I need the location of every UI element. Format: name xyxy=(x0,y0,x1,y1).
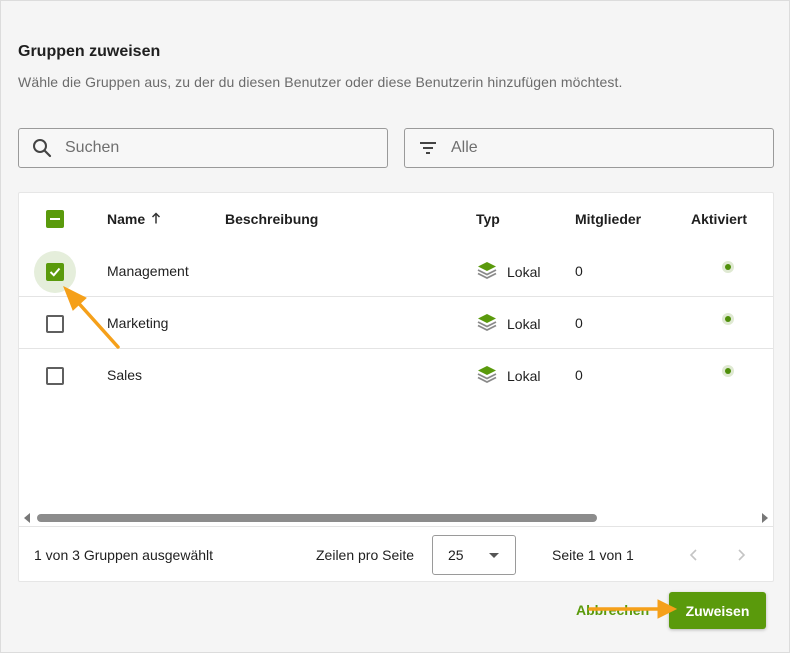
dialog-title: Gruppen zuweisen xyxy=(18,43,161,60)
previous-page-button[interactable] xyxy=(680,541,708,569)
horizontal-scrollbar[interactable] xyxy=(19,510,773,524)
row-members: 0 xyxy=(575,315,583,331)
row-type: Lokal xyxy=(477,261,540,282)
table-header: Name Beschreibung Typ Mitglieder Aktivie… xyxy=(19,193,773,245)
assign-button[interactable]: Zuweisen xyxy=(669,592,766,629)
row-type-label: Lokal xyxy=(507,263,541,280)
column-header-active[interactable]: Aktiviert xyxy=(691,211,747,227)
cancel-button[interactable]: Abbrechen xyxy=(576,602,649,618)
rows-per-page-value: 25 xyxy=(448,547,464,563)
groups-table: Name Beschreibung Typ Mitglieder Aktivie… xyxy=(18,192,774,582)
checkmark-icon xyxy=(49,267,61,277)
dialog-subtitle: Wähle die Gruppen aus, zu der du diesen … xyxy=(18,74,623,90)
filter-icon xyxy=(405,140,451,156)
row-name: Marketing xyxy=(107,315,169,331)
row-members: 0 xyxy=(575,263,583,279)
rows-per-page-select[interactable]: 25 xyxy=(432,535,516,575)
select-all-checkbox[interactable] xyxy=(46,210,64,228)
column-header-type[interactable]: Typ xyxy=(476,211,500,227)
row-members: 0 xyxy=(575,367,583,383)
filter-field[interactable]: Alle xyxy=(404,128,774,168)
row-name: Sales xyxy=(107,367,143,383)
table-row[interactable]: Sales Lokal 0 xyxy=(19,349,773,401)
column-header-name[interactable]: Name xyxy=(107,211,161,227)
active-status-icon xyxy=(722,365,734,377)
table-row[interactable]: Management Lokal 0 xyxy=(19,245,773,297)
rows-per-page-label: Zeilen pro Seite xyxy=(316,547,415,563)
selection-count: 1 von 3 Gruppen ausgewählt xyxy=(34,547,214,563)
column-header-name-label: Name xyxy=(107,211,146,227)
row-checkbox-sales[interactable] xyxy=(46,367,64,385)
assign-groups-dialog: Gruppen zuweisen Wähle die Gruppen aus, … xyxy=(0,0,790,653)
table-row[interactable]: Marketing Lokal 0 xyxy=(19,297,773,349)
row-checkbox-management[interactable] xyxy=(46,263,64,281)
row-checkbox-marketing[interactable] xyxy=(46,315,64,333)
layers-icon xyxy=(477,365,497,386)
layers-icon xyxy=(477,313,497,334)
chevron-down-icon xyxy=(489,553,499,558)
next-page-button[interactable] xyxy=(727,541,755,569)
page-indicator: Seite 1 von 1 xyxy=(552,547,634,563)
active-status-icon xyxy=(722,313,734,325)
sort-ascending-icon xyxy=(151,211,161,227)
layers-icon xyxy=(477,261,497,282)
chevron-left-icon xyxy=(689,549,697,561)
search-field[interactable] xyxy=(18,128,388,168)
scrollbar-thumb[interactable] xyxy=(37,514,597,522)
chevron-right-icon xyxy=(738,549,746,561)
row-type: Lokal xyxy=(477,313,540,334)
row-type-label: Lokal xyxy=(507,367,541,384)
row-type: Lokal xyxy=(477,365,540,386)
search-icon xyxy=(19,138,65,158)
row-type-label: Lokal xyxy=(507,315,541,332)
column-header-description[interactable]: Beschreibung xyxy=(225,211,318,227)
scroll-left-icon[interactable] xyxy=(24,513,30,523)
table-footer: 1 von 3 Gruppen ausgewählt Zeilen pro Se… xyxy=(19,526,773,582)
column-header-members[interactable]: Mitglieder xyxy=(575,211,641,227)
active-status-icon xyxy=(722,261,734,273)
search-input[interactable] xyxy=(65,133,365,163)
row-name: Management xyxy=(107,263,189,279)
scroll-right-icon[interactable] xyxy=(762,513,768,523)
filter-value: Alle xyxy=(451,139,478,156)
